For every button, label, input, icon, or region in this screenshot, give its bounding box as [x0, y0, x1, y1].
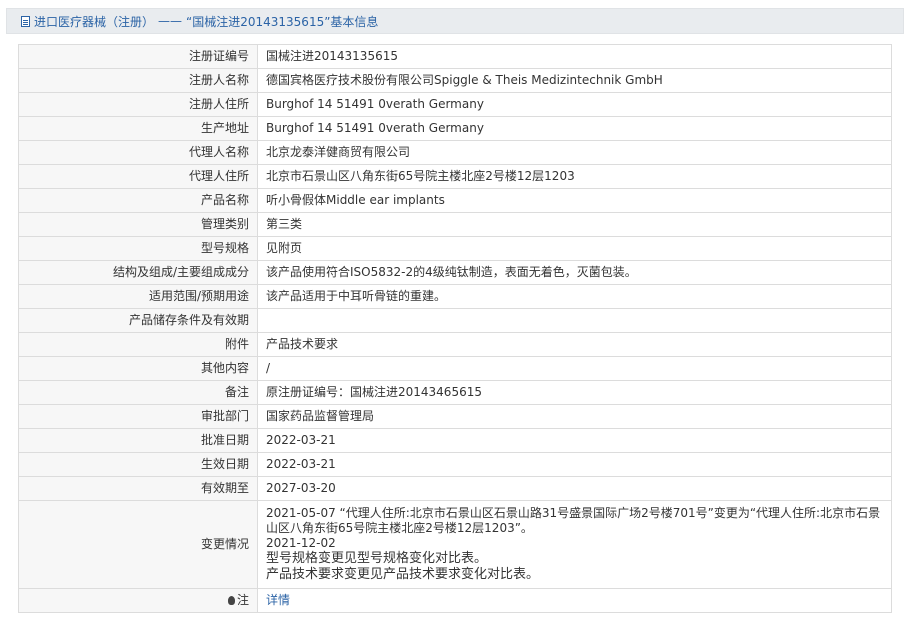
row-value: 该产品适用于中耳听骨链的重建。: [257, 284, 892, 309]
row-label: 注册证编号: [18, 44, 258, 69]
document-icon: [21, 15, 30, 27]
row-value: 北京龙泰洋健商贸有限公司: [257, 140, 892, 165]
note-value: 详情: [257, 588, 892, 613]
breadcrumb: 进口医疗器械（注册） —— “国械注进20143135615”基本信息: [6, 8, 904, 34]
row-label: 管理类别: [18, 212, 258, 237]
row-value: Burghof 14 51491 0verath Germany: [257, 116, 892, 141]
table-row: 代理人住所 北京市石景山区八角东街65号院主楼北座2号楼12层1203: [18, 164, 892, 189]
row-label: 代理人住所: [18, 164, 258, 189]
row-label: 生产地址: [18, 116, 258, 141]
row-label: 附件: [18, 332, 258, 357]
row-value: 国家药品监督管理局: [257, 404, 892, 429]
row-value: Burghof 14 51491 0verath Germany: [257, 92, 892, 117]
page-title: “国械注进20143135615”基本信息: [186, 14, 379, 29]
note-label: 注: [236, 593, 249, 607]
table-row: 结构及组成/主要组成成分 该产品使用符合ISO5832-2的4级纯钛制造，表面无着…: [18, 260, 892, 285]
row-value: /: [257, 356, 892, 381]
table-row: 代理人名称 北京龙泰洋健商贸有限公司: [18, 140, 892, 165]
changes-value: 2021-05-07 “代理人住所:北京市石景山区石景山路31号盛景国际广场2号…: [257, 500, 892, 589]
table-row: 型号规格 见附页: [18, 236, 892, 261]
table-row: 适用范围/预期用途 该产品适用于中耳听骨链的重建。: [18, 284, 892, 309]
row-label: 生效日期: [18, 452, 258, 477]
detail-table: 注册证编号 国械注进20143135615 注册人名称 德国宾格医疗技术股份有限公司S…: [18, 44, 892, 613]
note-label-cell: 注: [18, 588, 258, 613]
row-value: 2027-03-20: [257, 476, 892, 501]
row-value: 2022-03-21: [257, 428, 892, 453]
row-label: 产品名称: [18, 188, 258, 213]
change-date-2: 2021-12-02: [266, 536, 336, 550]
row-label: 备注: [18, 380, 258, 405]
row-value: 德国宾格医疗技术股份有限公司Spiggle & Theis Medizintec…: [257, 68, 892, 93]
row-value: 北京市石景山区八角东街65号院主楼北座2号楼12层1203: [257, 164, 892, 189]
change-entry-2a: 型号规格变更见型号规格变化对比表。: [266, 551, 488, 566]
row-label: 注册人住所: [18, 92, 258, 117]
table-row: 注册证编号 国械注进20143135615: [18, 44, 892, 69]
row-label: 适用范围/预期用途: [18, 284, 258, 309]
row-value: 2022-03-21: [257, 452, 892, 477]
row-value: 该产品使用符合ISO5832-2的4级纯钛制造，表面无着色，灭菌包装。: [257, 260, 892, 285]
row-label: 其他内容: [18, 356, 258, 381]
row-label: 型号规格: [18, 236, 258, 261]
row-value: 原注册证编号：国械注进20143465615: [257, 380, 892, 405]
row-value: 国械注进20143135615: [257, 44, 892, 69]
row-label: 注册人名称: [18, 68, 258, 93]
bulb-icon: [227, 596, 235, 605]
row-label: 有效期至: [18, 476, 258, 501]
row-value: 第三类: [257, 212, 892, 237]
detail-link[interactable]: 详情: [266, 593, 290, 607]
table-row: 有效期至 2027-03-20: [18, 476, 892, 501]
row-value: 见附页: [257, 236, 892, 261]
table-row: 生效日期 2022-03-21: [18, 452, 892, 477]
change-entry-1: 2021-05-07 “代理人住所:北京市石景山区石景山路31号盛景国际广场2号…: [266, 506, 881, 535]
table-row: 管理类别 第三类: [18, 212, 892, 237]
table-row: 备注 原注册证编号：国械注进20143465615: [18, 380, 892, 405]
breadcrumb-section[interactable]: 进口医疗器械（注册）: [34, 13, 154, 30]
row-label: 批准日期: [18, 428, 258, 453]
row-value: 产品技术要求: [257, 332, 892, 357]
table-row: 批准日期 2022-03-21: [18, 428, 892, 453]
table-row: 注册人名称 德国宾格医疗技术股份有限公司Spiggle & Theis Mediz…: [18, 68, 892, 93]
row-value: [257, 308, 892, 333]
change-entry-2b: 产品技术要求变更见产品技术要求变化对比表。: [266, 567, 540, 582]
row-label: 变更情况: [18, 500, 258, 589]
table-row: 生产地址 Burghof 14 51491 0verath Germany: [18, 116, 892, 141]
table-row-changes: 变更情况 2021-05-07 “代理人住所:北京市石景山区石景山路31号盛景国…: [18, 500, 892, 589]
table-row: 产品名称 听小骨假体Middle ear implants: [18, 188, 892, 213]
row-value: 听小骨假体Middle ear implants: [257, 188, 892, 213]
table-row: 其他内容 /: [18, 356, 892, 381]
row-label: 代理人名称: [18, 140, 258, 165]
table-row: 产品储存条件及有效期: [18, 308, 892, 333]
row-label: 结构及组成/主要组成成分: [18, 260, 258, 285]
table-row: 审批部门 国家药品监督管理局: [18, 404, 892, 429]
row-label: 产品储存条件及有效期: [18, 308, 258, 333]
breadcrumb-separator: ——: [158, 14, 183, 28]
table-row-note: 注 详情: [18, 588, 892, 613]
row-label: 审批部门: [18, 404, 258, 429]
table-row: 附件 产品技术要求: [18, 332, 892, 357]
table-row: 注册人住所 Burghof 14 51491 0verath Germany: [18, 92, 892, 117]
